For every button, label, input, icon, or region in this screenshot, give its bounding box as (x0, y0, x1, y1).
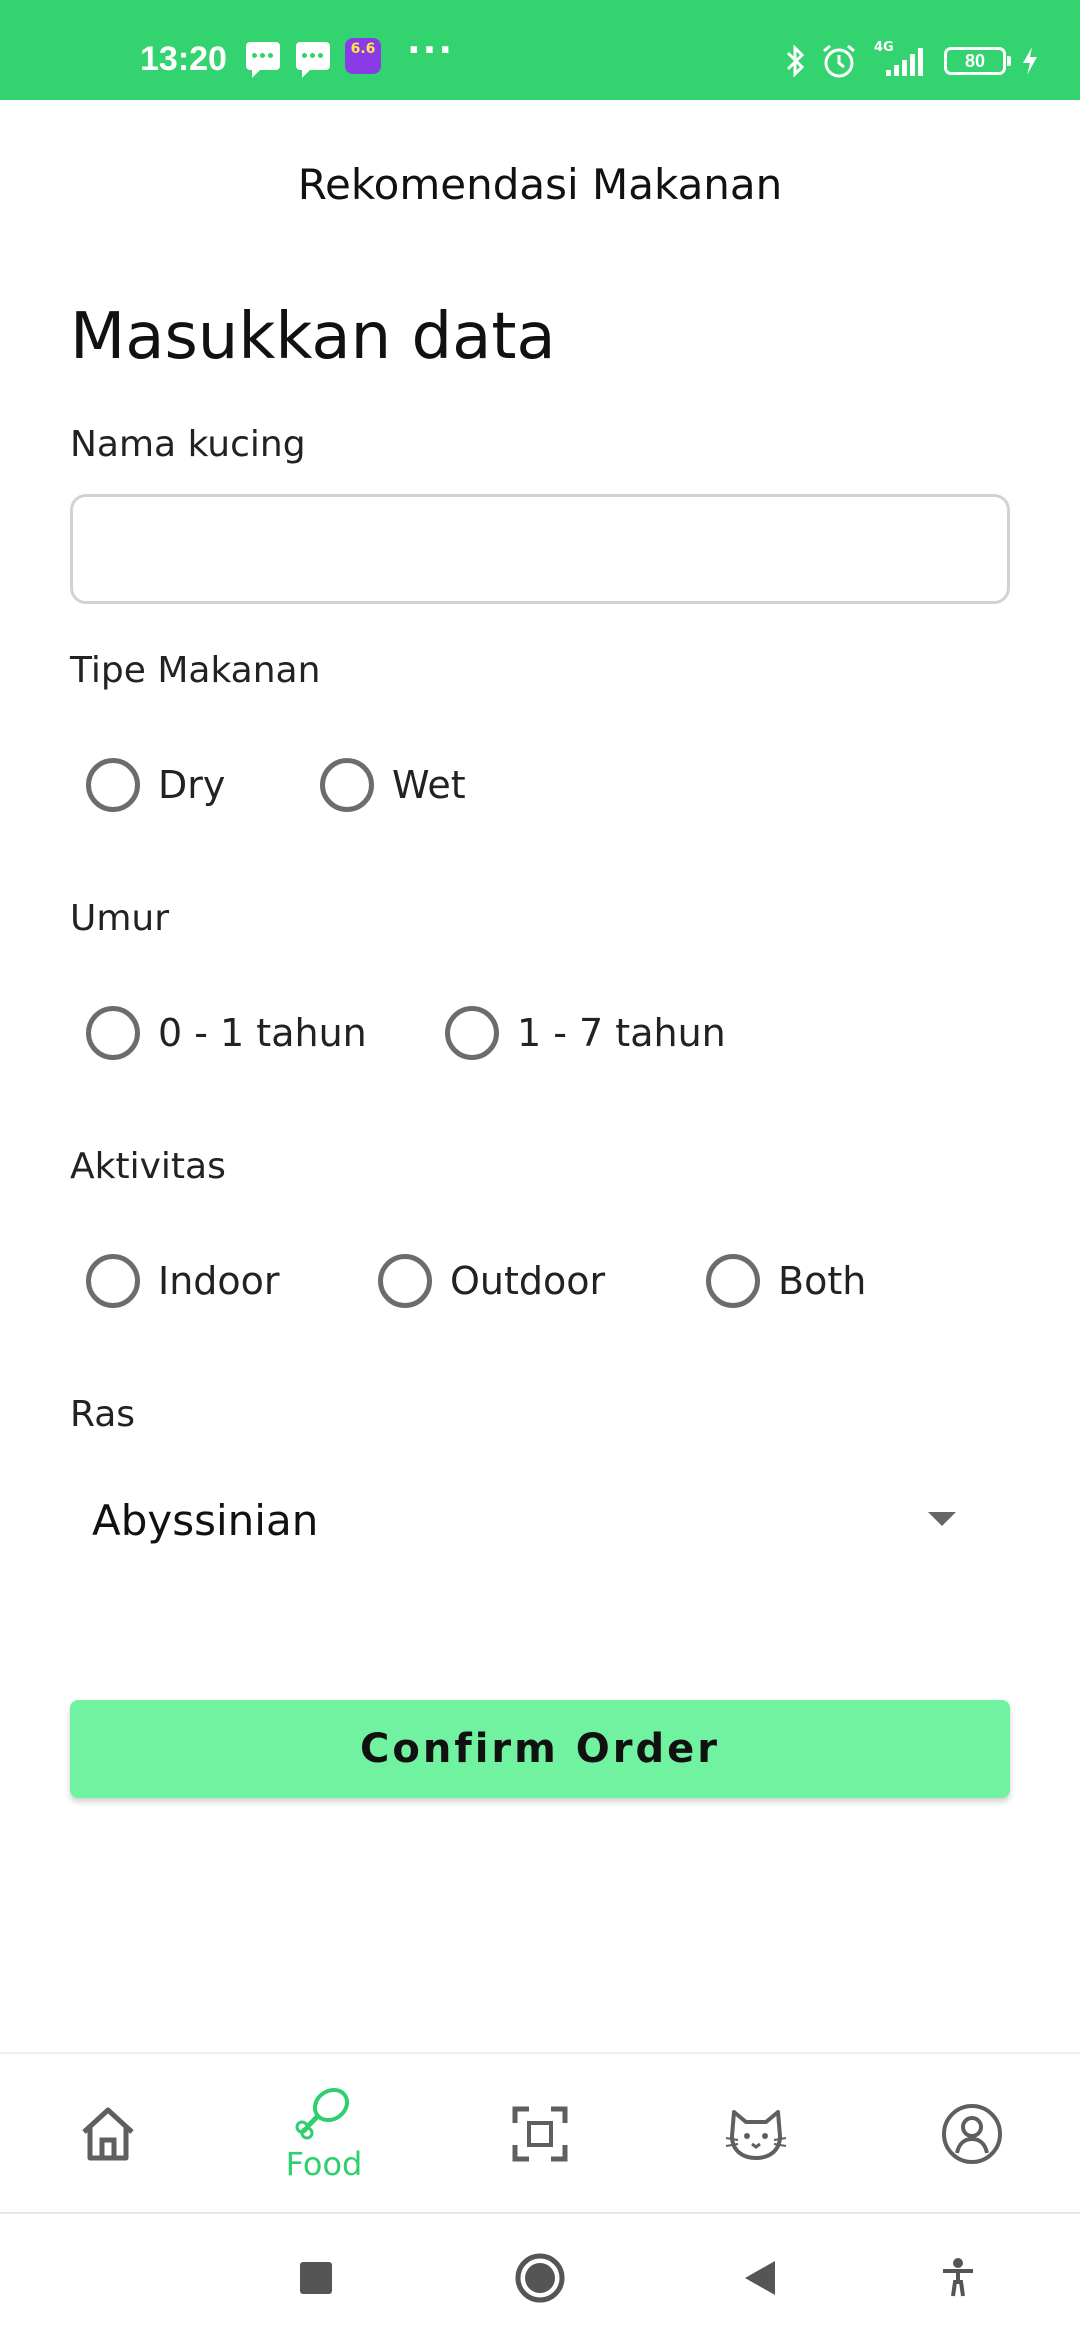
form-heading: Masukkan data (70, 300, 556, 374)
home-button[interactable] (480, 2214, 600, 2340)
radio-label: 1 - 7 tahun (517, 1011, 726, 1055)
radio-label: Outdoor (450, 1259, 606, 1303)
activity-option-outdoor[interactable]: Outdoor (378, 1254, 706, 1308)
status-bar: 13:20 6.6 ··· 4G 80 (0, 0, 1080, 100)
cat-icon (725, 2110, 787, 2160)
home-icon (82, 2107, 134, 2161)
signal-icon: 4G (872, 40, 930, 78)
radio-label: Indoor (158, 1259, 280, 1303)
radio-button[interactable] (86, 1254, 140, 1308)
age-option-1-7[interactable]: 1 - 7 tahun (445, 1006, 726, 1060)
page-title: Rekomendasi Makanan (297, 160, 783, 209)
activity-option-indoor[interactable]: Indoor (86, 1254, 378, 1308)
radio-button[interactable] (86, 1006, 140, 1060)
food-type-radio-group: Dry Wet (86, 758, 466, 812)
message-icon (296, 42, 330, 78)
status-right-icons: 4G 80 (784, 40, 1040, 80)
bluetooth-icon (786, 44, 805, 78)
dropdown-arrow-icon (928, 1512, 956, 1526)
nav-food-label: Food (285, 2145, 363, 2183)
profile-icon (942, 2104, 1002, 2164)
radio-label: Both (778, 1259, 867, 1303)
system-navigation-bar (0, 2212, 1080, 2340)
breed-selected-value: Abyssinian (92, 1495, 319, 1545)
food-type-option-dry[interactable]: Dry (86, 758, 320, 812)
age-label: Umur (70, 898, 170, 939)
activity-radio-group: Indoor Outdoor Both (86, 1254, 866, 1308)
breed-label: Ras (70, 1394, 136, 1435)
nav-item-home[interactable] (0, 2054, 216, 2214)
promo-app-icon: 6.6 (345, 38, 381, 74)
radio-button[interactable] (706, 1254, 760, 1308)
accessibility-icon (943, 2258, 973, 2297)
circle-home-icon (515, 2253, 565, 2303)
age-radio-group: 0 - 1 tahun 1 - 7 tahun (86, 1006, 726, 1060)
activity-label: Aktivitas (70, 1146, 226, 1187)
status-time: 13:20 (140, 40, 227, 78)
accessibility-button[interactable] (898, 2214, 1018, 2340)
battery-icon: 80 (944, 47, 1011, 75)
battery-level: 80 (964, 51, 986, 71)
food-type-option-wet[interactable]: Wet (320, 758, 466, 812)
nav-item-profile[interactable] (864, 2054, 1080, 2214)
alarm-icon (823, 44, 855, 78)
radio-button[interactable] (86, 758, 140, 812)
age-option-0-1[interactable]: 0 - 1 tahun (86, 1006, 445, 1060)
cat-name-input[interactable] (70, 494, 1010, 604)
recent-apps-button[interactable] (256, 2214, 376, 2340)
message-icon (246, 42, 280, 78)
activity-option-both[interactable]: Both (706, 1254, 866, 1308)
radio-button[interactable] (445, 1006, 499, 1060)
breed-dropdown[interactable]: Abyssinian (70, 1480, 1010, 1560)
radio-button[interactable] (320, 758, 374, 812)
more-dots-icon: ··· (407, 30, 455, 71)
nav-item-cat[interactable] (648, 2054, 864, 2214)
promo-badge-text: 6.6 (350, 41, 376, 57)
radio-label: 0 - 1 tahun (158, 1011, 367, 1055)
charging-icon (1023, 47, 1037, 75)
back-button[interactable] (700, 2214, 820, 2340)
back-triangle-icon (745, 2261, 775, 2295)
radio-button[interactable] (378, 1254, 432, 1308)
scan-icon (512, 2106, 568, 2162)
cat-name-label: Nama kucing (70, 424, 306, 465)
nav-item-food[interactable]: Food (216, 2054, 432, 2214)
nav-item-scan[interactable] (432, 2054, 648, 2214)
bottom-navigation: Food (0, 2052, 1080, 2212)
square-icon (300, 2262, 332, 2294)
radio-label: Wet (392, 763, 466, 807)
radio-label: Dry (158, 763, 226, 807)
confirm-order-button[interactable]: Confirm Order (70, 1700, 1010, 1798)
drumstick-icon (295, 2087, 350, 2140)
food-type-label: Tipe Makanan (70, 650, 321, 691)
